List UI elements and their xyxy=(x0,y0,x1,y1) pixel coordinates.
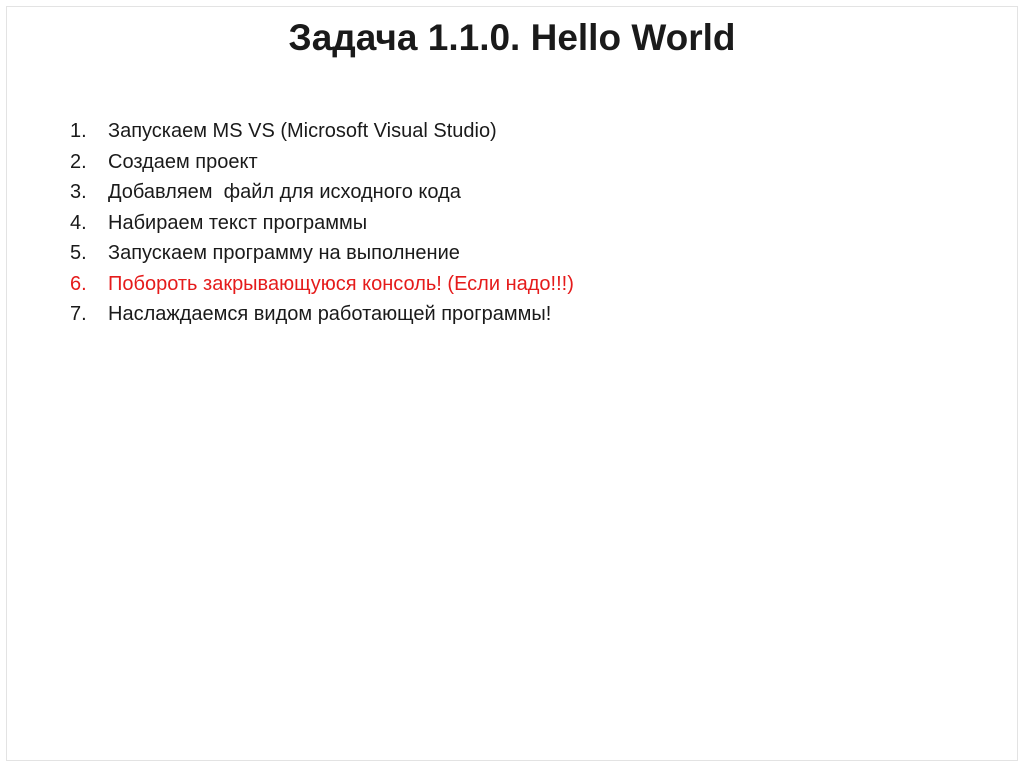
step-item-4: 4. Набираем текст программы xyxy=(70,208,574,239)
slide: Задача 1.1.0. Hello World 1. Запускаем MS… xyxy=(0,0,1024,767)
step-number: 7. xyxy=(70,303,87,325)
step-text: Запускаем программу на выполнение xyxy=(108,242,460,264)
step-item-2: 2. Создаем проект xyxy=(70,147,574,178)
slide-title: Задача 1.1.0. Hello World xyxy=(288,17,736,58)
step-text: Наслаждаемся видом работающей программы! xyxy=(108,303,552,325)
step-item-5: 5. Запускаем программу на выполнение xyxy=(70,238,574,269)
step-number: 4. xyxy=(70,211,87,234)
step-item-7: 7. Наслаждаемся видом работающей программ… xyxy=(70,299,574,330)
step-text: Запускаем MS VS (Microsoft Visual Studio… xyxy=(108,120,497,142)
step-item-6-highlighted: 6. Побороть закрывающуюся консоль! (Если … xyxy=(70,269,574,300)
step-number: 6. xyxy=(70,272,87,295)
step-text: Набираем текст программы xyxy=(108,211,368,234)
steps-list: 1. Запускаем MS VS (Microsoft Visual Stud… xyxy=(70,116,574,330)
step-number: 3. xyxy=(70,181,87,203)
step-number: 2. xyxy=(70,150,87,173)
step-number: 1. xyxy=(70,120,87,142)
step-text: Добавляем файл для исходного кода xyxy=(108,181,461,203)
step-item-1: 1. Запускаем MS VS (Microsoft Visual Stud… xyxy=(70,116,574,147)
step-text: Создаем проект xyxy=(108,150,258,173)
step-item-3: 3. Добавляем файл для исходного кода xyxy=(70,177,574,208)
step-number: 5. xyxy=(70,242,87,264)
step-text: Побороть закрывающуюся консоль! (Если на… xyxy=(108,272,574,295)
